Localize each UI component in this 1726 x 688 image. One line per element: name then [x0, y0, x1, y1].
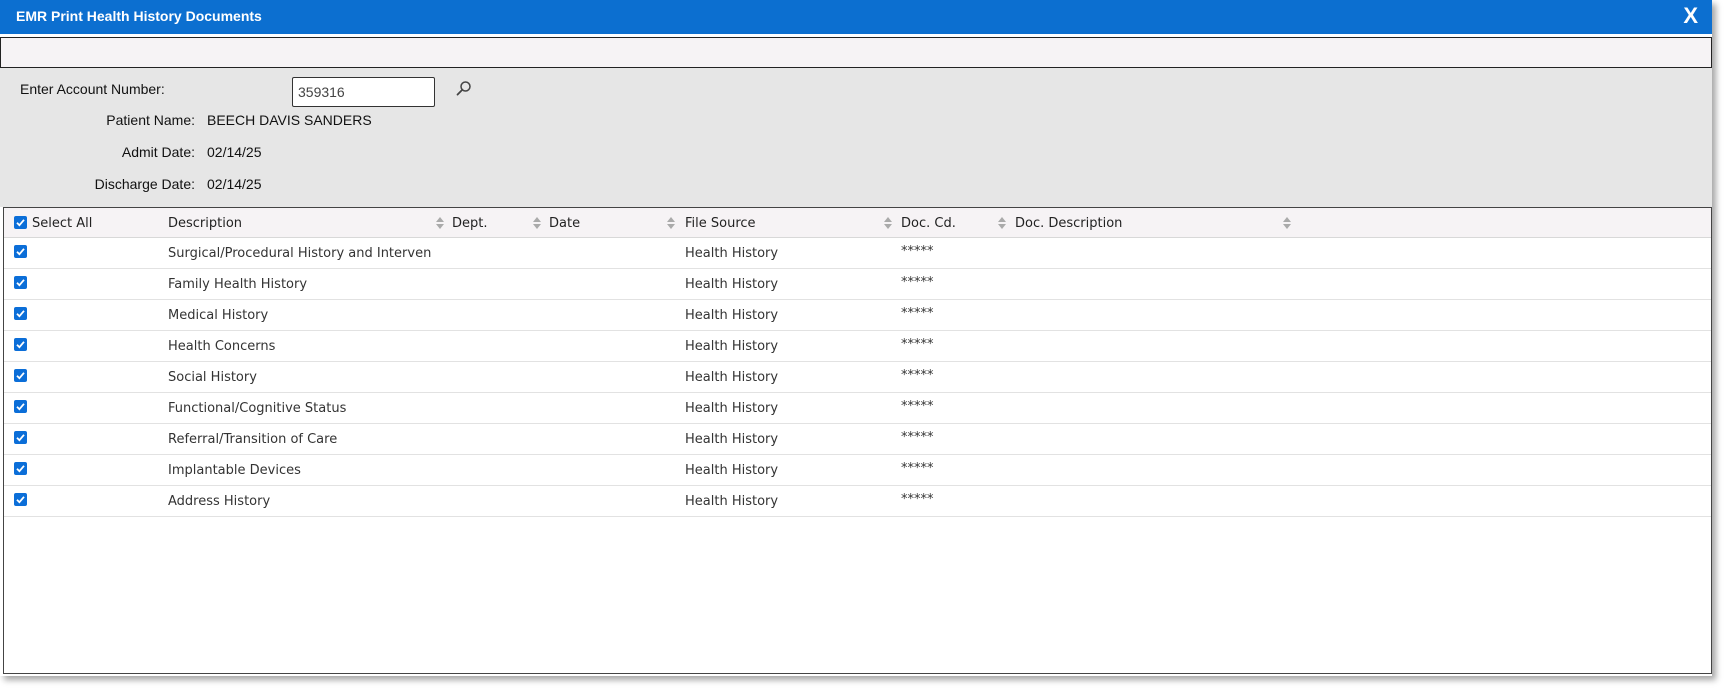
cell-description: Health Concerns: [168, 339, 276, 354]
column-header-doc-description[interactable]: Doc. Description: [1015, 216, 1122, 231]
table-row[interactable]: Family Health History Health History ***…: [4, 269, 1711, 300]
cell-doc-cd: *****: [901, 275, 934, 290]
column-header-date[interactable]: Date: [549, 216, 580, 231]
table-row[interactable]: Referral/Transition of Care Health Histo…: [4, 424, 1711, 455]
row-checkbox[interactable]: [14, 493, 27, 506]
documents-grid: Select All Description Dept. Date File S…: [3, 207, 1712, 674]
admit-date-label: Admit Date:: [121, 144, 195, 160]
row-checkbox[interactable]: [14, 245, 27, 258]
sort-icon[interactable]: [532, 215, 542, 231]
cell-description: Family Health History: [168, 277, 308, 292]
cell-file-source: Health History: [685, 308, 779, 323]
cell-doc-cd: *****: [901, 244, 934, 259]
cell-description: Surgical/Procedural History and Interven: [168, 246, 432, 261]
print-documents-dialog: EMR Print Health History Documents X Ent…: [0, 0, 1712, 676]
cell-doc-cd: *****: [901, 492, 934, 507]
sort-icon[interactable]: [883, 215, 893, 231]
table-row[interactable]: Address History Health History *****: [4, 486, 1711, 517]
cell-description: Referral/Transition of Care: [168, 432, 338, 447]
cell-file-source: Health History: [685, 494, 779, 509]
row-checkbox[interactable]: [14, 431, 27, 444]
cell-doc-cd: *****: [901, 337, 934, 352]
cell-file-source: Health History: [685, 432, 779, 447]
cell-doc-cd: *****: [901, 399, 934, 414]
column-header-dept[interactable]: Dept.: [452, 216, 488, 231]
column-header-description[interactable]: Description: [168, 216, 242, 231]
sort-icon[interactable]: [435, 215, 445, 231]
select-all-checkbox[interactable]: [14, 216, 27, 229]
cell-description: Functional/Cognitive Status: [168, 401, 347, 416]
discharge-date-label: Discharge Date:: [94, 176, 195, 192]
row-checkbox[interactable]: [14, 462, 27, 475]
discharge-date-value: 02/14/25: [207, 176, 262, 192]
search-icon[interactable]: [454, 79, 474, 99]
row-checkbox[interactable]: [14, 276, 27, 289]
cell-file-source: Health History: [685, 370, 779, 385]
cell-description: Medical History: [168, 308, 269, 323]
dialog-title: EMR Print Health History Documents: [16, 8, 262, 24]
cell-description: Address History: [168, 494, 271, 509]
cell-doc-cd: *****: [901, 430, 934, 445]
account-number-label: Enter Account Number:: [20, 81, 165, 97]
select-all-label[interactable]: Select All: [32, 216, 92, 231]
cell-doc-cd: *****: [901, 306, 934, 321]
table-row[interactable]: Functional/Cognitive Status Health Histo…: [4, 393, 1711, 424]
table-row[interactable]: Health Concerns Health History *****: [4, 331, 1711, 362]
row-checkbox[interactable]: [14, 369, 27, 382]
patient-name-value: BEECH DAVIS SANDERS: [207, 112, 372, 128]
close-button[interactable]: X: [1683, 3, 1698, 29]
cell-file-source: Health History: [685, 401, 779, 416]
cell-file-source: Health History: [685, 277, 779, 292]
patient-info-panel: Enter Account Number: Patient Name: BEEC…: [0, 68, 1712, 207]
cell-file-source: Health History: [685, 339, 779, 354]
cell-file-source: Health History: [685, 246, 779, 261]
admit-date-value: 02/14/25: [207, 144, 262, 160]
patient-name-label: Patient Name:: [106, 112, 195, 128]
row-checkbox[interactable]: [14, 400, 27, 413]
cell-description: Social History: [168, 370, 257, 385]
sort-icon[interactable]: [997, 215, 1007, 231]
table-row[interactable]: Implantable Devices Health History *****: [4, 455, 1711, 486]
sort-icon[interactable]: [666, 215, 676, 231]
cell-doc-cd: *****: [901, 368, 934, 383]
grid-header: Select All Description Dept. Date File S…: [4, 208, 1711, 238]
row-checkbox[interactable]: [14, 307, 27, 320]
toolbar: [0, 37, 1712, 68]
column-header-doc-cd[interactable]: Doc. Cd.: [901, 216, 956, 231]
cell-description: Implantable Devices: [168, 463, 301, 478]
sort-icon[interactable]: [1282, 215, 1292, 231]
cell-doc-cd: *****: [901, 461, 934, 476]
table-row[interactable]: Medical History Health History *****: [4, 300, 1711, 331]
account-number-input[interactable]: [292, 77, 435, 107]
cell-file-source: Health History: [685, 463, 779, 478]
column-header-file-source[interactable]: File Source: [685, 216, 756, 231]
title-bar: EMR Print Health History Documents X: [0, 0, 1712, 34]
row-checkbox[interactable]: [14, 338, 27, 351]
table-row[interactable]: Social History Health History *****: [4, 362, 1711, 393]
table-row[interactable]: Surgical/Procedural History and Interven…: [4, 238, 1711, 269]
